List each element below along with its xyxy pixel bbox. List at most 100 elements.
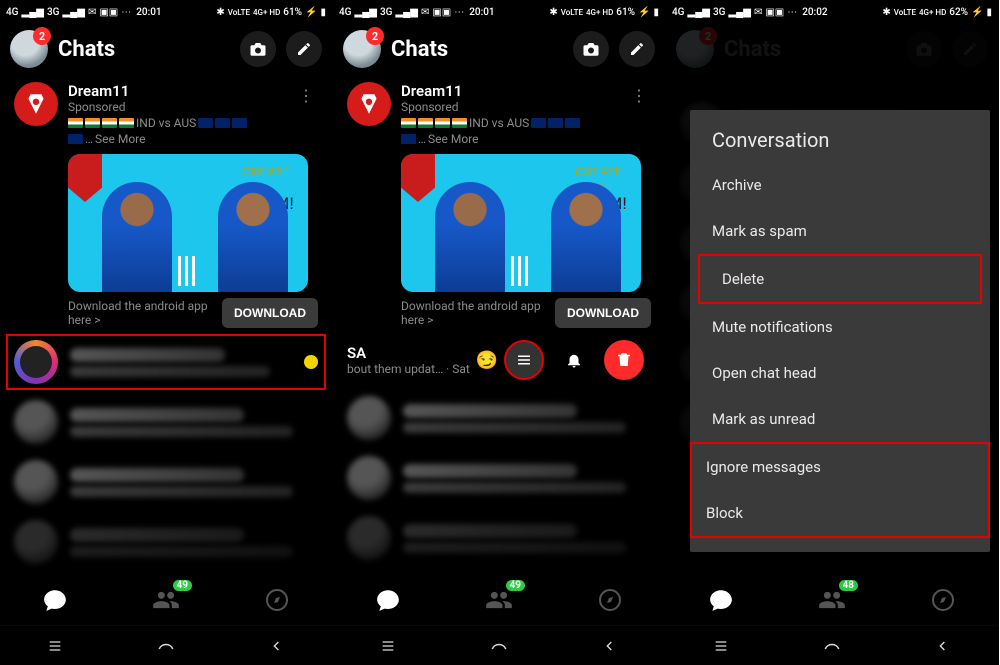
flag-aus-icon — [68, 134, 83, 144]
chat-name-blurred — [70, 468, 244, 482]
menu-delete[interactable]: Delete — [698, 254, 982, 304]
camera-icon — [249, 40, 267, 58]
home-button[interactable] — [143, 633, 189, 659]
signal-icon: ▂▄▆ — [688, 7, 710, 18]
tab-people[interactable]: 49 — [479, 580, 519, 620]
back-button[interactable] — [254, 633, 300, 659]
chat-list[interactable]: SA bout them updat… · Sat 😏 — [333, 332, 665, 575]
chat-row-swiped[interactable]: SA bout them updat… · Sat 😏 — [333, 332, 665, 388]
recents-button[interactable] — [32, 633, 78, 659]
tab-chats[interactable] — [701, 580, 741, 620]
people-count-badge: 49 — [173, 580, 192, 591]
system-nav-bar — [666, 625, 998, 665]
download-button[interactable]: DOWNLOAD — [555, 298, 651, 328]
tab-people[interactable]: 48 — [812, 580, 852, 620]
recents-button[interactable] — [365, 633, 411, 659]
menu-spam[interactable]: Mark as spam — [690, 208, 990, 254]
menu-mute[interactable]: Mute notifications — [690, 304, 990, 350]
menu-archive[interactable]: Archive — [690, 162, 990, 208]
sim-icon: ▣▣ — [99, 7, 118, 18]
swipe-menu-button[interactable] — [504, 340, 544, 380]
back-button[interactable] — [920, 633, 966, 659]
compass-icon — [265, 588, 289, 612]
menu-open-head[interactable]: Open chat head — [690, 350, 990, 396]
ribbon-icon — [68, 154, 102, 202]
compose-button[interactable] — [619, 31, 655, 67]
sponsored-card[interactable]: Dream11 Sponsored IND vs AUS …See More ⋮… — [347, 82, 651, 328]
charging-icon: ⚡ — [638, 7, 650, 18]
chat-row[interactable] — [333, 448, 665, 508]
chat-row[interactable] — [333, 388, 665, 448]
battery-text: 62% — [949, 7, 968, 18]
see-more-link[interactable]: See More — [428, 132, 478, 146]
flag-aus-icon — [232, 118, 247, 128]
mail-icon: ✉ — [754, 7, 762, 18]
menu-block[interactable]: Block — [692, 490, 988, 536]
back-button[interactable] — [587, 633, 633, 659]
app-header: 2 Chats — [333, 24, 665, 74]
chat-row[interactable] — [0, 512, 332, 572]
see-more-link[interactable]: See More — [95, 132, 145, 146]
download-button[interactable]: DOWNLOAD — [222, 298, 318, 328]
chat-avatar[interactable] — [347, 396, 391, 440]
card-more-button[interactable]: ⋮ — [627, 82, 651, 109]
download-caption: Download the android app here > — [68, 299, 214, 327]
swipe-mute-button[interactable] — [554, 340, 594, 380]
compass-icon — [598, 588, 622, 612]
camera-button[interactable] — [240, 31, 276, 67]
more-notifs-icon: ⋯ — [787, 7, 799, 18]
bluetooth-icon: ✱ — [549, 7, 557, 18]
flag-aus-icon — [531, 118, 546, 128]
tab-chats[interactable] — [368, 580, 408, 620]
chat-preview-blurred — [70, 366, 270, 377]
tab-chats[interactable] — [35, 580, 75, 620]
bottom-tabs: 48 — [666, 575, 998, 625]
sponsored-card[interactable]: Dream11 Sponsored IND vs AUS …See More ⋮… — [14, 82, 318, 328]
flag-india-icon — [418, 118, 433, 128]
home-button[interactable] — [809, 633, 855, 659]
profile-avatar[interactable]: 2 — [343, 30, 381, 68]
chat-name-blurred — [70, 528, 244, 542]
compose-button[interactable] — [286, 31, 322, 67]
tab-discover[interactable] — [923, 580, 963, 620]
tab-discover[interactable] — [590, 580, 630, 620]
bell-icon — [565, 351, 583, 369]
sponsor-banner[interactable]: CREATEYOURTEAM! — [401, 154, 641, 292]
recents-button[interactable] — [698, 633, 744, 659]
menu-ignore-block-group: Ignore messages Block — [690, 442, 990, 538]
chat-avatar[interactable] — [347, 456, 391, 500]
chat-row[interactable] — [0, 392, 332, 452]
signal-icon: ▂▄▆ — [62, 7, 84, 18]
chat-avatar[interactable] — [14, 520, 58, 564]
menu-ignore[interactable]: Ignore messages — [692, 444, 988, 490]
chat-row[interactable] — [333, 508, 665, 568]
chat-preview-blurred — [403, 482, 626, 493]
chat-avatar[interactable] — [14, 340, 58, 384]
chat-list[interactable] — [0, 332, 332, 575]
swipe-delete-button[interactable] — [604, 340, 644, 380]
chat-row-highlighted[interactable] — [0, 332, 332, 392]
chat-avatar[interactable] — [347, 516, 391, 560]
chat-avatar[interactable] — [14, 460, 58, 504]
camera-button[interactable] — [573, 31, 609, 67]
flag-india-icon — [435, 118, 450, 128]
hd-icon: 4G+ HD — [253, 8, 280, 17]
chat-avatar[interactable] — [14, 400, 58, 444]
card-more-button[interactable]: ⋮ — [294, 82, 318, 109]
app-header: 2 Chats — [0, 24, 332, 74]
clock-text: 20:01 — [469, 7, 494, 18]
charging-icon: ⚡ — [971, 7, 983, 18]
chat-preview-text: bout them updat… · Sat — [347, 362, 470, 376]
back-arrow-icon — [266, 638, 288, 654]
screen-2: 4G▂▄▆ 3G▂▄▆ ✉▣▣ ⋯ 20:01 ✱ VoLTE 4G+ HD 6… — [333, 0, 666, 665]
profile-avatar[interactable]: 2 — [10, 30, 48, 68]
home-button[interactable] — [476, 633, 522, 659]
menu-unread[interactable]: Mark as unread — [690, 396, 990, 442]
sponsor-banner[interactable]: CREATEYOURTEAM! — [68, 154, 308, 292]
chat-row[interactable] — [0, 452, 332, 512]
tab-discover[interactable] — [257, 580, 297, 620]
sponsor-caption: IND vs AUS — [68, 116, 284, 130]
player-right-icon — [218, 182, 288, 292]
tab-people[interactable]: 49 — [146, 580, 186, 620]
dream11-logo — [347, 82, 391, 126]
